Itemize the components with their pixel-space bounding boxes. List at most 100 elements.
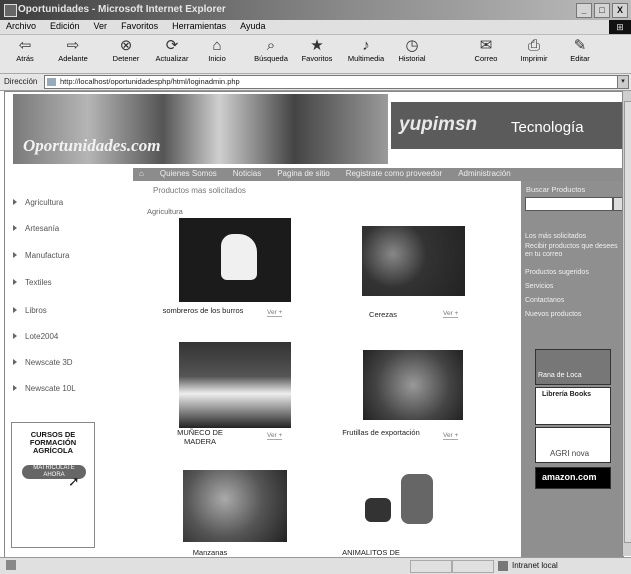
edit-icon: ✎	[573, 37, 587, 54]
product-image-muneco[interactable]	[179, 342, 291, 428]
sidebar-label: Newscate 10L	[25, 384, 76, 393]
arrow-icon	[13, 279, 17, 285]
course-ad[interactable]: CURSOS DE FORMACIÓN AGRÍCOLA MATRICULATE…	[11, 422, 95, 548]
ad-rana[interactable]: Rana de Loca	[535, 349, 611, 385]
nav-registrate[interactable]: Registrate como proveedor	[346, 169, 443, 178]
scroll-thumb[interactable]	[624, 101, 631, 543]
refresh-button[interactable]: ⟳ Actualizar	[149, 37, 195, 63]
vertical-scrollbar[interactable]	[622, 91, 631, 556]
sidebar-item-textiles[interactable]: Textiles	[13, 278, 52, 287]
more-link[interactable]: Ver +	[443, 310, 459, 318]
edit-label: Editar	[570, 54, 590, 63]
link-servicios[interactable]: Servicios	[525, 283, 621, 291]
more-link[interactable]: Ver +	[267, 432, 283, 440]
product-label-cerezas[interactable]: Cerezas	[363, 310, 403, 319]
link-sugeridos[interactable]: Productos sugeridos	[525, 269, 621, 277]
ad-agrinova[interactable]: AGRI nova	[535, 427, 611, 463]
forward-button[interactable]: ⇨ Adelante	[50, 37, 96, 63]
product-label-sombreros[interactable]: sombreros de los burros	[153, 306, 253, 315]
stop-button[interactable]: ⊗ Detener	[103, 37, 149, 63]
arrow-icon	[13, 333, 17, 339]
history-button[interactable]: ◷ Historial	[389, 37, 435, 63]
product-image-frutillas[interactable]	[363, 350, 463, 420]
ad-rana-label: Rana de Loca	[538, 372, 582, 379]
back-button[interactable]: ⇦ Atrás	[2, 37, 48, 63]
menu-bar: Archivo Edición Ver Favoritos Herramient…	[0, 20, 631, 35]
link-nuevos-productos[interactable]: Nuevos productos	[525, 311, 621, 319]
nav-noticias[interactable]: Noticias	[233, 169, 261, 178]
ad-amazon[interactable]: amazon.com	[535, 467, 611, 489]
address-bar: Dirección http://localhost/oportunidades…	[0, 74, 631, 91]
ad-libreria[interactable]: Librería Books	[535, 387, 611, 425]
right-sidebar: Buscar Productos Los más solicitados Rec…	[521, 181, 623, 557]
multimedia-label: Multimedia	[347, 54, 385, 63]
maximize-button[interactable]: □	[594, 3, 610, 18]
link-contactanos[interactable]: Contactanos	[525, 297, 621, 305]
intranet-icon	[498, 561, 508, 571]
link-recibir-productos[interactable]: Recibir productos que desees en tu corre…	[525, 243, 621, 259]
address-input[interactable]: http://localhost/oportunidadesphp/html/l…	[44, 75, 618, 89]
menu-herramientas[interactable]: Herramientas	[172, 21, 226, 31]
brand-logo[interactable]: Oportunidades.com	[23, 136, 160, 156]
print-button[interactable]: ⎙ Imprimir	[511, 37, 557, 63]
search-button[interactable]: ⌕ Búsqueda	[248, 37, 294, 63]
section-heading: Productos mas solicitados	[153, 186, 246, 195]
stop-label: Detener	[112, 54, 140, 63]
product-image-cerezas[interactable]	[362, 226, 465, 296]
link-mas-solicitados[interactable]: Los más solicitados	[525, 233, 621, 241]
refresh-icon: ⟳	[165, 37, 179, 54]
partner-banner[interactable]: yupimsn Tecnología	[391, 102, 623, 149]
sidebar-item-agricultura[interactable]: Agricultura	[13, 198, 63, 207]
nav-administracion[interactable]: Administración	[458, 169, 510, 178]
ad-agrinova-label: AGRI nova	[550, 449, 590, 458]
sidebar-item-newscate-3d[interactable]: Newscate 3D	[13, 358, 73, 367]
menu-ayuda[interactable]: Ayuda	[240, 21, 265, 31]
more-link[interactable]: Ver +	[443, 432, 459, 440]
product-label-manzanas[interactable]: Manzanas	[185, 548, 235, 557]
multimedia-button[interactable]: ♪ Multimedia	[343, 37, 389, 63]
menu-ver[interactable]: Ver	[94, 21, 108, 31]
nav-quienes-somos[interactable]: Quienes Somos	[160, 169, 217, 178]
menu-favoritos[interactable]: Favoritos	[121, 21, 158, 31]
forward-label: Adelante	[58, 54, 88, 63]
window-title: Oportunidades - Microsoft Internet Explo…	[18, 4, 226, 15]
stop-icon: ⊗	[119, 37, 133, 54]
edit-button[interactable]: ✎ Editar	[557, 37, 603, 63]
nav-pagina-sitio[interactable]: Pagina de sitio	[277, 169, 329, 178]
mail-button[interactable]: ✉ Correo	[463, 37, 509, 63]
sidebar-item-newscate-10l[interactable]: Newscate 10L	[13, 384, 76, 393]
ie-icon	[4, 4, 17, 17]
arrow-icon	[13, 199, 17, 205]
arrow-icon	[13, 225, 17, 231]
product-search-input[interactable]	[525, 197, 613, 211]
home-icon: ⌂	[212, 37, 222, 54]
sidebar-label: Newscate 3D	[25, 358, 73, 367]
favorites-label: Favoritos	[301, 54, 333, 63]
nav-home-icon[interactable]: ⌂	[139, 169, 144, 178]
address-dropdown-icon[interactable]: ▾	[617, 75, 629, 89]
favorites-button[interactable]: ★ Favoritos	[294, 37, 340, 63]
sidebar-item-artesania[interactable]: Artesanía	[13, 224, 59, 233]
product-image-sombreros[interactable]	[179, 218, 291, 302]
sidebar-label: Manufactura	[25, 251, 70, 260]
menu-archivo[interactable]: Archivo	[6, 21, 36, 31]
page-icon	[47, 78, 56, 86]
more-link[interactable]: Ver +	[267, 309, 283, 317]
product-label-muneco[interactable]: MUÑECO DE MADERA	[165, 428, 235, 446]
menu-edicion[interactable]: Edición	[50, 21, 80, 31]
close-button[interactable]: X	[612, 3, 628, 18]
sidebar-item-manufactura[interactable]: Manufactura	[13, 251, 69, 260]
product-image-animalitos[interactable]	[353, 464, 449, 544]
home-button[interactable]: ⌂ Inicio	[194, 37, 240, 63]
product-label-frutillas[interactable]: Frutillas de exportación	[339, 428, 423, 437]
arrow-icon	[13, 385, 17, 391]
product-image-manzanas[interactable]	[183, 470, 287, 542]
product-label-animalitos[interactable]: ANIMALITOS DE	[331, 548, 411, 557]
back-arrow-icon: ⇦	[18, 37, 32, 54]
course-title: CURSOS DE FORMACIÓN AGRÍCOLA	[29, 430, 77, 455]
sidebar-item-lote2004[interactable]: Lote2004	[13, 332, 58, 341]
page-viewport: Oportunidades.com yupimsn Tecnología ⌂ Q…	[4, 91, 624, 558]
arrow-icon	[13, 359, 17, 365]
minimize-button[interactable]: _	[576, 3, 592, 18]
sidebar-item-libros[interactable]: Libros	[13, 306, 47, 315]
